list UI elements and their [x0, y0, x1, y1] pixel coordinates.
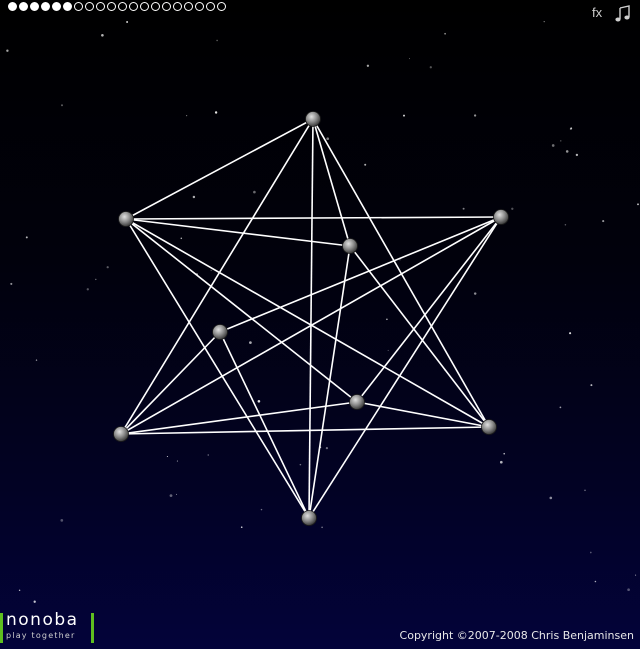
graph-edge — [120, 331, 221, 435]
graph-edge — [125, 216, 502, 220]
graph-node-bottom[interactable] — [301, 510, 317, 526]
graph-edge — [219, 216, 502, 333]
graph-edge — [308, 216, 502, 519]
graph-edge — [356, 216, 502, 403]
untangle-graph[interactable] — [0, 0, 640, 649]
nonoba-logo[interactable]: nonoba play together — [0, 609, 100, 645]
logo-wordmark: nonoba — [6, 610, 79, 630]
graph-node-inner-left[interactable] — [212, 324, 228, 340]
graph-node-left-upper[interactable] — [118, 211, 134, 227]
graph-node-right-upper[interactable] — [493, 209, 509, 225]
graph-edge — [356, 401, 490, 428]
game-canvas[interactable]: fx nonoba play together Copyright ©2007-… — [0, 0, 640, 649]
logo-bar-left — [0, 613, 3, 643]
graph-edges — [120, 118, 502, 519]
graph-node-top[interactable] — [305, 111, 321, 127]
graph-edge — [312, 118, 490, 428]
graph-edge — [219, 331, 310, 519]
graph-edge — [120, 118, 314, 435]
graph-edge — [125, 118, 314, 220]
graph-edge — [125, 218, 310, 519]
graph-node-inner-upper[interactable] — [342, 238, 358, 254]
graph-node-left-lower[interactable] — [113, 426, 129, 442]
graph-edge — [125, 218, 490, 428]
graph-edge — [120, 426, 490, 435]
graph-edge — [125, 218, 358, 403]
graph-edge — [349, 245, 490, 428]
graph-node-inner-lower[interactable] — [349, 394, 365, 410]
copyright-text: Copyright ©2007-2008 Chris Benjaminsen — [399, 629, 634, 642]
graph-edge — [308, 118, 314, 519]
logo-tagline: play together — [6, 631, 76, 640]
graph-edge — [312, 118, 351, 247]
logo-bar-right — [91, 613, 94, 643]
graph-node-right-lower[interactable] — [481, 419, 497, 435]
